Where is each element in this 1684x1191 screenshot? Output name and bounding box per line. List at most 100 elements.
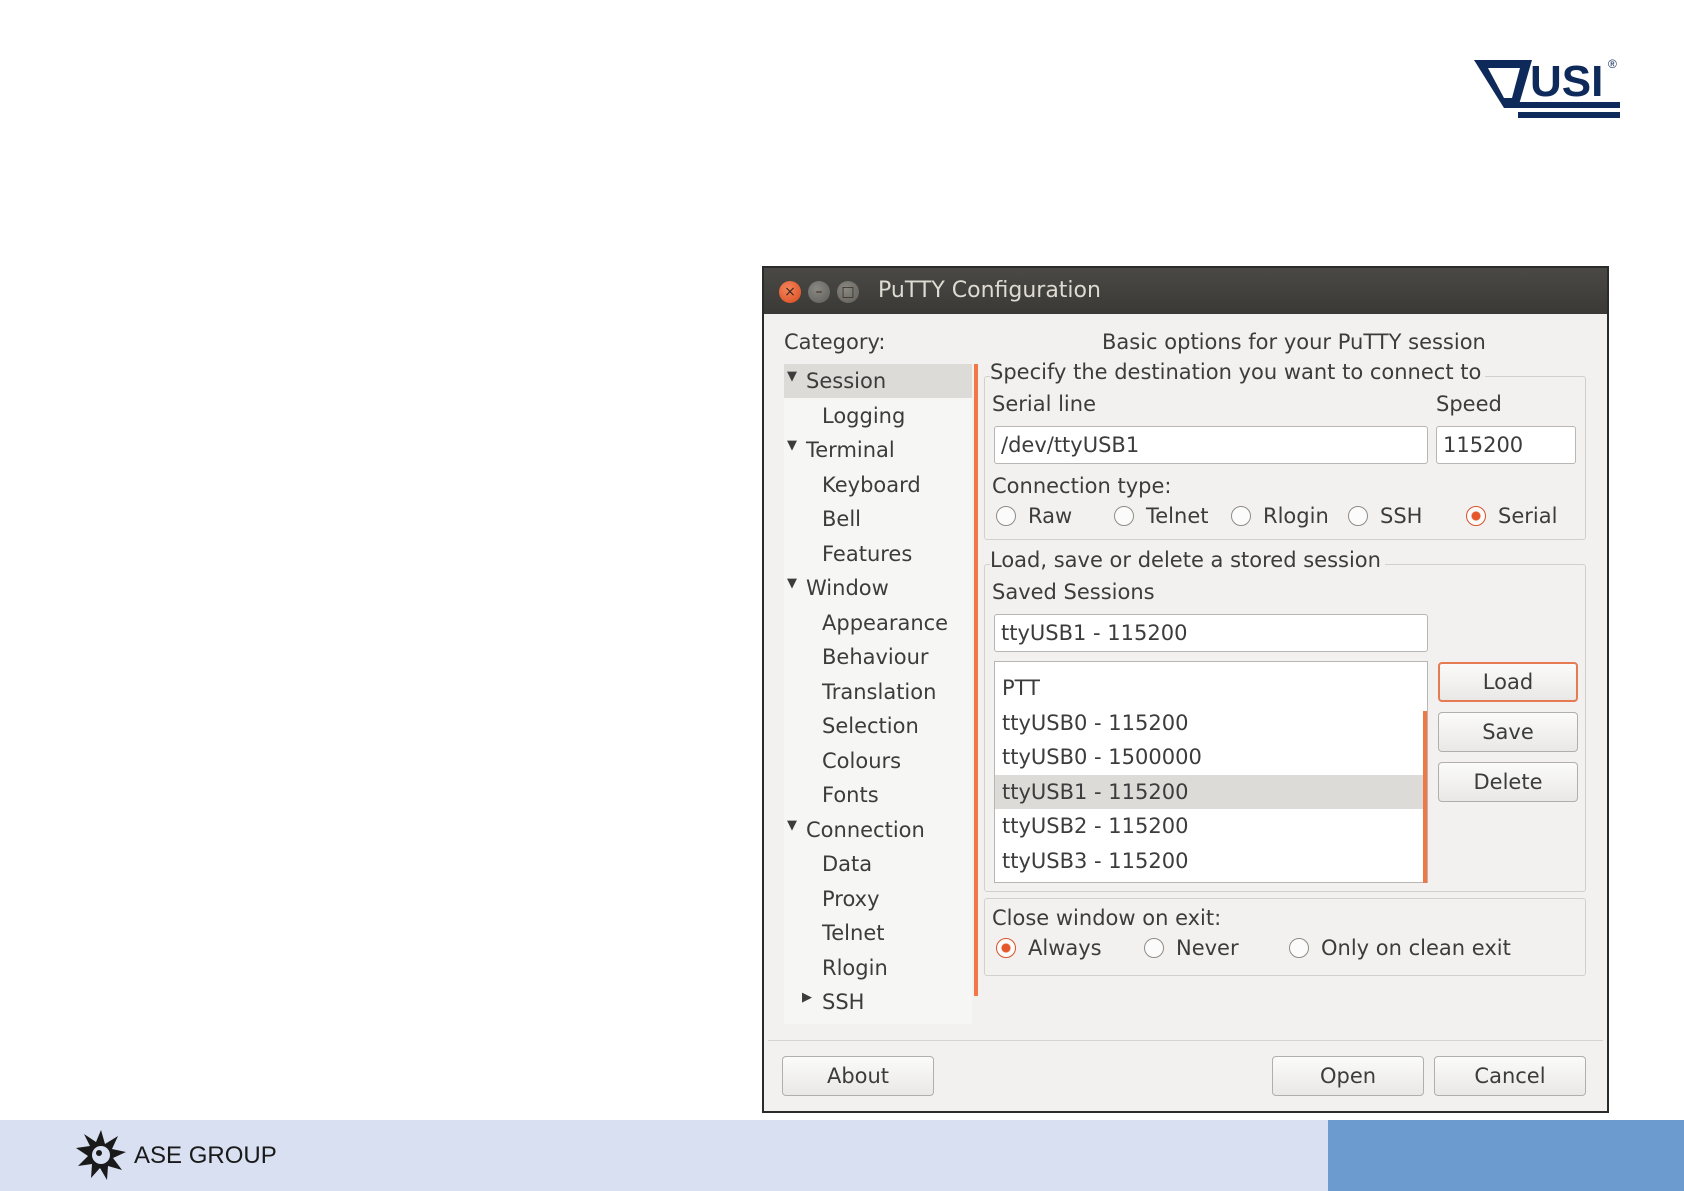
collapse-arrow-icon[interactable]: ▼ [787,429,797,463]
radio-unchecked-icon[interactable] [1348,506,1368,526]
footer-separator [768,1040,1603,1041]
tree-item-keyboard[interactable]: Keyboard [784,468,972,502]
sessions-group-title: Load, save or delete a stored session [990,548,1385,572]
tree-item-label: Translation [822,679,937,704]
titlebar[interactable]: × – □ PuTTY Configuration [764,268,1607,314]
tree-item-colours[interactable]: Colours [784,744,972,778]
radio-unchecked-icon[interactable] [1289,938,1309,958]
usi-logo: USI ® [1474,57,1620,118]
load-button[interactable]: Load [1438,662,1578,702]
footer-accent-band [1328,1120,1684,1191]
radio-unchecked-icon[interactable] [996,506,1016,526]
radio-unchecked-icon[interactable] [1144,938,1164,958]
radio-checked-icon[interactable] [1466,506,1486,526]
radio-label: Serial [1498,504,1558,528]
tree-item-proxy[interactable]: Proxy [784,882,972,916]
tree-item-label: Rlogin [822,955,888,980]
tree-item-selection[interactable]: Selection [784,709,972,743]
tree-item-rlogin[interactable]: Rlogin [784,951,972,985]
tree-item-label: Selection [822,714,919,738]
tree-item-ssh[interactable]: ▶ SSH [784,985,972,1019]
tree-item-label: Bell [822,507,861,531]
tree-item-logging[interactable]: Logging [784,399,972,433]
radio-label: Never [1176,936,1239,960]
tree-item-appearance[interactable]: Appearance [784,606,972,640]
saved-session-item[interactable]: PTT [995,671,1425,705]
tree-item-fonts[interactable]: Fonts [784,778,972,812]
expand-arrow-icon[interactable]: ▶ [802,981,812,1015]
serial-line-input[interactable]: /dev/ttyUSB1 [994,426,1428,464]
maximize-icon: □ [841,284,855,300]
tree-item-label: Behaviour [822,645,929,669]
radio-unchecked-icon[interactable] [1114,506,1134,526]
panel-title: Basic options for your PuTTY session [1102,330,1486,354]
tree-item-label: SSH [822,990,865,1014]
radio-label: SSH [1380,504,1423,528]
save-button[interactable]: Save [1438,712,1578,752]
tree-item-label: Features [822,541,913,566]
speed-label: Speed [1436,392,1502,416]
tree-item-features[interactable]: Features [784,537,972,571]
tree-item-label: Data [822,852,873,876]
radio-label: Raw [1028,504,1073,528]
destination-group-title: Specify the destination you want to conn… [990,360,1486,384]
tree-item-window[interactable]: ▼ Window [784,571,972,605]
delete-button[interactable]: Delete [1438,762,1578,802]
collapse-arrow-icon[interactable]: ▼ [787,360,797,394]
close-on-exit-label: Close window on exit: [992,906,1222,930]
saved-sessions-list[interactable]: PTT ttyUSB0 - 115200 ttyUSB0 - 1500000 ttyU… [994,661,1428,883]
sessions-list-scrollbar[interactable] [1423,711,1427,883]
connection-type-label: Connection type: [992,474,1172,498]
speed-input[interactable]: 115200 [1436,426,1576,464]
tree-item-translation[interactable]: Translation [784,675,972,709]
tree-item-terminal[interactable]: ▼ Terminal [784,433,972,467]
collapse-arrow-icon[interactable]: ▼ [787,809,797,843]
saved-session-item[interactable]: ttyUSB1 - 115200 [995,774,1425,809]
tree-item-connection[interactable]: ▼ Connection [784,813,972,847]
tree-scrollbar[interactable] [974,364,978,996]
radio-label: Rlogin [1263,504,1329,528]
ase-group-text: ASE GROUP [134,1142,277,1169]
radio-checked-icon[interactable] [996,938,1016,958]
list-item-partially-hidden[interactable] [995,662,1425,670]
tree-item-label: Proxy [822,886,880,911]
tree-item-label: Colours [822,748,902,773]
maximize-window-button[interactable]: □ [837,281,859,303]
category-label: Category: [784,330,886,354]
tree-item-bell[interactable]: Bell [784,502,972,536]
ase-group-logo-icon [76,1130,126,1180]
tree-item-session[interactable]: ▼ Session [784,364,972,398]
cancel-button[interactable]: Cancel [1434,1056,1586,1096]
radio-unchecked-icon[interactable] [1231,506,1251,526]
radio-label: Telnet [1146,504,1209,528]
serial-line-label: Serial line [992,392,1096,416]
usi-logo-text: USI [1530,57,1603,106]
tree-item-telnet[interactable]: Telnet [784,916,972,950]
window-title: PuTTY Configuration [878,278,1101,303]
close-window-button[interactable]: × [779,281,801,303]
saved-session-item[interactable]: ttyUSB0 - 1500000 [995,740,1425,774]
open-button[interactable]: Open [1272,1056,1424,1096]
tree-item-label: Telnet [822,921,885,945]
tree-item-label: Appearance [822,610,949,635]
radio-label: Only on clean exit [1321,936,1511,960]
tree-item-label: Logging [822,403,906,428]
close-icon: × [784,284,796,300]
minimize-icon: – [815,284,823,300]
session-name-input[interactable]: ttyUSB1 - 115200 [994,614,1428,652]
minimize-window-button[interactable]: – [808,281,830,303]
about-button[interactable]: About [782,1056,934,1096]
tree-item-label: Terminal [806,438,895,462]
category-tree[interactable]: ▼ Session Logging ▼ Terminal Keyboard Bell Feat… [784,364,972,1024]
tree-item-behaviour[interactable]: Behaviour [784,640,972,674]
tree-item-label: Keyboard [822,472,921,497]
collapse-arrow-icon[interactable]: ▼ [787,567,797,601]
radio-label: Always [1028,936,1102,960]
saved-session-item[interactable]: ttyUSB3 - 115200 [995,844,1425,878]
saved-session-item[interactable]: ttyUSB2 - 115200 [995,809,1425,843]
tree-item-data[interactable]: Data [784,847,972,881]
tree-item-label: Window [806,576,889,600]
tree-item-label: Session [806,369,887,393]
saved-session-item[interactable]: ttyUSB0 - 115200 [995,706,1425,740]
registered-mark: ® [1608,57,1617,71]
